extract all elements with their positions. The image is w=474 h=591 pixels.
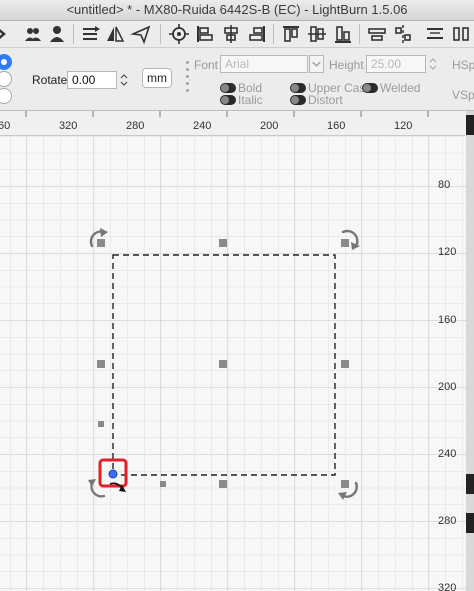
workspace-canvas[interactable]: 80 120 160 200 240 280 320 bbox=[0, 136, 466, 591]
window-title: <untitled> * - MX80-Ruida 6442S-B (EC) -… bbox=[0, 0, 474, 21]
welded-label: Welded bbox=[380, 81, 421, 95]
units-button[interactable]: mm bbox=[142, 68, 172, 88]
rotate-handle-bottom-right[interactable] bbox=[341, 480, 349, 488]
align-left-icon[interactable] bbox=[194, 23, 216, 45]
font-label: Font bbox=[194, 58, 219, 72]
ruler-label: 240 bbox=[193, 120, 212, 132]
horizontal-ruler: 60 320 280 240 200 160 120 bbox=[0, 111, 466, 136]
ruler-label: 120 bbox=[394, 120, 413, 132]
properties-bar: Rotate 0.00 mm Font Arial Height 25.00 H… bbox=[0, 48, 474, 111]
toolbar-grip bbox=[186, 58, 190, 98]
rotate-input[interactable]: 0.00 bbox=[67, 71, 117, 89]
rotate-stepper[interactable] bbox=[119, 71, 129, 89]
align-bottom-icon[interactable] bbox=[332, 23, 354, 45]
origin-radio-bottom[interactable] bbox=[0, 88, 12, 104]
align-top-icon[interactable] bbox=[280, 23, 302, 45]
hspace-label: HSp bbox=[452, 58, 474, 72]
scale-handle-left[interactable] bbox=[97, 360, 105, 368]
rotate-handle-top-left[interactable] bbox=[97, 239, 105, 247]
ruler-label: 60 bbox=[0, 120, 11, 132]
send-icon[interactable] bbox=[130, 23, 152, 45]
distribute-vertical-icon[interactable] bbox=[392, 23, 414, 45]
align-middle-icon[interactable] bbox=[306, 23, 328, 45]
rotate-handle-top-right[interactable] bbox=[341, 239, 349, 247]
align-center-icon[interactable] bbox=[220, 23, 242, 45]
ruler-label: 160 bbox=[327, 120, 346, 132]
height-stepper[interactable] bbox=[428, 55, 438, 73]
vspace-label: VSp bbox=[452, 88, 474, 102]
origin-point[interactable] bbox=[108, 469, 118, 479]
bold-toggle[interactable] bbox=[220, 83, 236, 93]
upper-case-toggle[interactable] bbox=[290, 83, 306, 93]
scale-handle-right[interactable] bbox=[341, 360, 349, 368]
origin-radio-top[interactable] bbox=[0, 54, 12, 70]
move-handle-center[interactable] bbox=[219, 360, 227, 368]
right-panel-edge bbox=[466, 111, 474, 591]
chevron-down-icon[interactable] bbox=[309, 55, 324, 73]
rotate-label: Rotate bbox=[32, 73, 68, 87]
distort-toggle[interactable] bbox=[290, 95, 306, 105]
node-handle[interactable] bbox=[98, 421, 104, 427]
distribute-horizontal-icon[interactable] bbox=[366, 23, 388, 45]
font-select[interactable]: Arial bbox=[220, 55, 308, 73]
same-width-icon[interactable] bbox=[424, 23, 446, 45]
italic-label: Italic bbox=[238, 93, 263, 107]
height-input[interactable]: 25.00 bbox=[366, 55, 426, 73]
ungroup-icon[interactable] bbox=[46, 23, 68, 45]
italic-toggle[interactable] bbox=[220, 95, 236, 105]
group-icon[interactable] bbox=[22, 23, 44, 45]
origin-radio-middle[interactable] bbox=[0, 71, 12, 87]
align-right-icon[interactable] bbox=[246, 23, 268, 45]
node-edit-icon[interactable] bbox=[0, 23, 16, 45]
ruler-label: 200 bbox=[260, 120, 279, 132]
ruler-label: 320 bbox=[59, 120, 78, 132]
node-handle[interactable] bbox=[160, 481, 166, 487]
scale-handle-bottom[interactable] bbox=[219, 480, 227, 488]
target-icon[interactable] bbox=[168, 23, 190, 45]
ruler-label: 280 bbox=[126, 120, 145, 132]
mirror-vertical-icon[interactable] bbox=[104, 23, 126, 45]
welded-toggle[interactable] bbox=[362, 83, 378, 93]
same-height-icon[interactable] bbox=[450, 23, 472, 45]
distort-label: Distort bbox=[308, 93, 343, 107]
flip-horizontal-icon[interactable] bbox=[80, 23, 102, 45]
height-label: Height bbox=[329, 58, 364, 72]
scale-handle-top[interactable] bbox=[219, 239, 227, 247]
toolbar bbox=[0, 21, 474, 48]
